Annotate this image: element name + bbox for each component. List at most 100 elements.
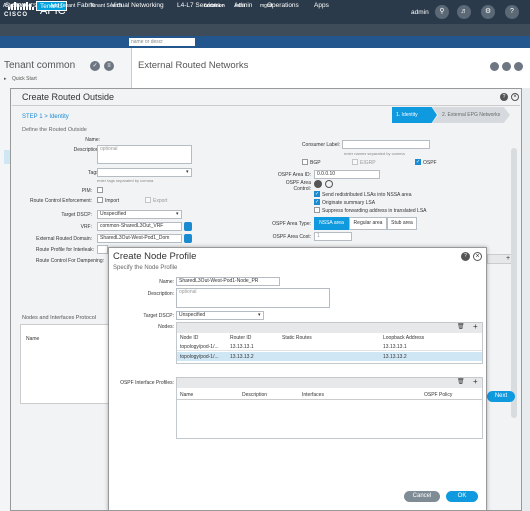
col-interfaces: Interfaces xyxy=(302,392,324,398)
trash-icon[interactable]: 🗑 xyxy=(457,323,465,330)
scrollbar[interactable] xyxy=(511,148,517,418)
col-router-id: Router ID xyxy=(230,335,252,341)
menu-apps[interactable]: Apps xyxy=(311,1,332,11)
export-label: Export xyxy=(153,198,168,204)
ospf-area-cost-label: OSPF Area Cost: xyxy=(272,234,311,240)
bell-icon[interactable]: ♬ xyxy=(457,5,471,19)
title-divider xyxy=(12,105,520,106)
row2-router-id: 13.13.13.2 xyxy=(230,354,254,360)
submenu-mgmt[interactable]: mgmt xyxy=(260,2,273,10)
tags-hint: enter tags separated by comma xyxy=(97,178,154,183)
np-name-field[interactable]: SharedL3Out-West-Pod1-Node_PR xyxy=(176,277,280,286)
ospf-area-cost-field[interactable]: 1 xyxy=(314,232,352,241)
row2-node-id: topology/pod-1/... xyxy=(180,354,219,360)
description-label: Description: xyxy=(73,147,100,153)
area-type-nssa[interactable]: NSSA area xyxy=(314,217,349,230)
vrf-select[interactable]: common-SharedL3Out_VRF xyxy=(97,222,182,231)
import-checkbox[interactable] xyxy=(97,197,103,203)
description-field[interactable]: optional xyxy=(97,145,192,164)
step-external-epg[interactable]: 2. External EPG Networks xyxy=(432,107,510,123)
col-name: Name xyxy=(180,392,194,398)
tenant-menu-icon[interactable]: ≡ xyxy=(104,61,114,71)
submenu-all-tenants[interactable]: ALL TENANTS xyxy=(3,2,36,10)
rp-interleak-select[interactable] xyxy=(97,245,108,254)
ctrl1-checkbox[interactable]: ✓ xyxy=(314,191,320,197)
help-icon[interactable]: ? xyxy=(505,5,519,19)
refresh-icon[interactable] xyxy=(490,62,499,71)
next-button[interactable]: Next xyxy=(487,391,515,402)
area-type-stub[interactable]: Stub area xyxy=(387,217,417,230)
header-divider xyxy=(177,399,482,400)
tenant-title: Tenant common xyxy=(4,60,76,71)
np-description-field[interactable]: optional xyxy=(176,288,330,308)
ok-button[interactable]: OK xyxy=(446,491,478,502)
target-dscp-select[interactable]: Unspecified xyxy=(97,210,182,219)
tenant-search-input[interactable]: name or descr xyxy=(129,38,195,46)
step-identity[interactable]: 1. Identity xyxy=(392,107,437,123)
consumer-field[interactable] xyxy=(342,140,430,149)
import-label: Import xyxy=(105,198,120,204)
submenu-add-tenant[interactable]: Add Tenant xyxy=(50,2,75,10)
chevron-down-icon[interactable]: ▾ xyxy=(176,211,179,217)
add-icon[interactable]: + xyxy=(473,322,478,331)
cancel-button[interactable]: Cancel xyxy=(404,491,440,502)
export-checkbox[interactable] xyxy=(145,197,151,203)
add-icon[interactable]: + xyxy=(473,377,478,386)
np-target-dscp-label: Target DSCP: xyxy=(143,313,174,319)
main-menu xyxy=(0,24,530,36)
close-icon[interactable]: × xyxy=(511,93,519,101)
ospf-area-id-label: OSPF Area ID: xyxy=(277,172,311,178)
tools-icon[interactable] xyxy=(514,62,523,71)
tags-field[interactable] xyxy=(97,168,192,177)
col-node-id: Node ID xyxy=(180,335,199,341)
node-profile-title: Create Node Profile xyxy=(113,251,197,262)
np-target-dscp-select[interactable]: Unspecified xyxy=(176,311,264,320)
vrf-link-icon[interactable] xyxy=(184,222,192,231)
vrf-label: VRF: xyxy=(80,224,92,230)
table-row[interactable] xyxy=(177,352,482,361)
consumer-hint: enter names separated by comma xyxy=(344,151,405,156)
help-icon[interactable]: ? xyxy=(500,93,508,101)
ospf-checkbox[interactable]: ✓ xyxy=(415,159,421,165)
col-loopback: Loopback Address xyxy=(383,335,425,341)
ospf-if-label: OSPF Interface Profiles: xyxy=(120,380,174,386)
search-icon[interactable]: ⚲ xyxy=(435,5,449,19)
ctrl3-checkbox[interactable] xyxy=(314,207,320,213)
pim-checkbox[interactable] xyxy=(97,187,103,193)
ext-domain-select[interactable]: SharedL3Out-West-Pod1_Dom xyxy=(97,234,182,243)
area-type-regular[interactable]: Regular area xyxy=(349,217,387,230)
gear-icon[interactable]: ⚙ xyxy=(481,5,495,19)
nodes-label: Nodes: xyxy=(158,324,174,330)
tenant-action-icon[interactable]: ✓ xyxy=(90,61,100,71)
submenu-common[interactable]: common xyxy=(204,2,225,10)
eigrp-label: EIGRP xyxy=(360,160,376,166)
domain-link-icon[interactable] xyxy=(184,234,192,243)
bgp-checkbox[interactable] xyxy=(302,159,308,165)
quick-start-icon: ▸ xyxy=(4,76,7,82)
chevron-down-icon[interactable]: ▾ xyxy=(186,169,189,175)
quick-start-link[interactable]: Quick Start xyxy=(12,76,37,82)
user-menu[interactable]: admin xyxy=(411,9,429,16)
sub-menu xyxy=(0,36,530,48)
submenu-infra[interactable]: infra xyxy=(235,2,245,10)
ctrl2-checkbox[interactable]: ✓ xyxy=(314,199,320,205)
step-indicator: STEP 1 > Identity xyxy=(22,114,69,120)
row1-loopback: 13.13.13.1 xyxy=(383,344,407,350)
add-icon[interactable]: + xyxy=(506,255,510,262)
ospf-area-id-field[interactable]: 0.0.0.10 xyxy=(314,170,380,179)
rp-interleak-label: Route Profile for Interleak: xyxy=(35,247,94,253)
table-row[interactable] xyxy=(177,342,482,351)
chevron-down-icon[interactable]: ▾ xyxy=(258,312,261,318)
help-icon[interactable]: ? xyxy=(461,252,470,261)
close-icon[interactable]: × xyxy=(473,252,482,261)
rce-label: Route Control Enforcement: xyxy=(30,198,92,204)
ctrl2-label: Originate summary LSA xyxy=(322,200,376,206)
download-icon[interactable] xyxy=(502,62,511,71)
row1-node-id: topology/pod-1/... xyxy=(180,344,219,350)
ext-domain-label: External Routed Domain: xyxy=(36,236,92,242)
edit-icon[interactable] xyxy=(325,180,333,188)
eigrp-checkbox[interactable] xyxy=(352,159,358,165)
wizard-steps: 1. Identity 2. External EPG Networks xyxy=(392,107,510,123)
trash-icon[interactable]: 🗑 xyxy=(457,378,465,385)
info-icon[interactable] xyxy=(314,180,322,188)
